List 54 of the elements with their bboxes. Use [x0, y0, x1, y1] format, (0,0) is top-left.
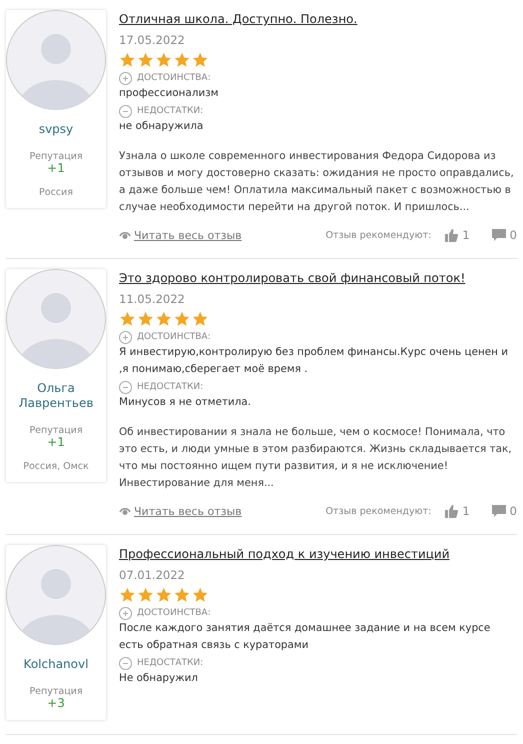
plus-icon: [119, 72, 132, 84]
cons-text: не обнаружила: [119, 119, 204, 134]
like-button[interactable]: 1: [445, 227, 470, 244]
cons-text: Минусов я не отметила.: [119, 395, 252, 410]
review-title[interactable]: Это здорово контролировать свой финансовый поток!: [119, 269, 466, 287]
pros-label: ДОСТОИНСТВА:: [137, 607, 211, 620]
author-name[interactable]: svpsy: [34, 122, 78, 137]
minus-icon: [119, 380, 132, 394]
avatar-icon: [6, 545, 106, 645]
recommend-label: Отзыв рекомендуют:: [326, 505, 432, 519]
review-title[interactable]: Профессиональный подход к изучению инвестиций: [119, 545, 450, 563]
review-date: 07.01.2022: [119, 567, 186, 584]
reputation-label: Репутация: [29, 151, 83, 162]
reputation-value: +1: [47, 436, 65, 449]
minus-icon: [119, 104, 132, 118]
avatar-icon: [6, 269, 106, 369]
thumbs-up-icon: [445, 505, 458, 518]
read-more-link[interactable]: Читать весь отзыв: [119, 503, 242, 520]
author-location: Россия, Омск: [23, 461, 89, 472]
plus-icon: [119, 330, 132, 344]
pros-label: ДОСТОИНСТВА:: [137, 331, 211, 344]
comment-icon: [492, 229, 506, 242]
comments-button[interactable]: 0: [492, 227, 517, 244]
cons-label: НЕДОСТАТКИ:: [137, 381, 204, 394]
review-text: Узнала о школе современного инвестирования Федора Сидорова из отзывов и могу достоверно сказать: ожидания не просто оправдались, а даже больше чем! Оплатила максимальный пакет с возможностью в случае необходимости перейти на другой поток. И пришлось...: [119, 149, 515, 215]
pros-text: профессионализм: [119, 86, 220, 101]
review-date: 11.05.2022: [119, 291, 186, 308]
comments-button[interactable]: 0: [492, 503, 517, 520]
pros-text: После каждого занятия даётся домашнее задание и на всем курсе есть обратная связь с кураторами: [119, 621, 492, 653]
cons-label: НЕДОСТАТКИ:: [137, 105, 204, 118]
comment-icon: [492, 505, 506, 518]
author-location: Россия: [39, 187, 73, 198]
reputation-value: +1: [47, 162, 65, 175]
recommend-label: Отзыв рекомендуют:: [326, 229, 432, 243]
eye-icon: [119, 230, 131, 241]
review-text: Об инвестировании я знала не больше, чем о космосе! Понимала, что это есть, и люди умные в этом разбираются. Жизнь складывается так, что мы постоянно ищем пути развития, и я не исключение! Инвестирование для меня...: [119, 425, 513, 491]
thumbs-up-icon: [445, 229, 458, 242]
reputation-value: +3: [47, 697, 65, 710]
cons-label: НЕДОСТАТКИ:: [137, 657, 204, 670]
cons-text: Не обнаружил: [119, 671, 199, 686]
like-button[interactable]: 1: [445, 503, 470, 520]
review-date: 17.05.2022: [119, 32, 186, 49]
plus-icon: [119, 606, 132, 620]
reputation-label: Репутация: [29, 425, 83, 436]
reputation-label: Репутация: [29, 686, 83, 697]
pros-label: ДОСТОИНСТВА:: [137, 72, 211, 85]
minus-icon: [119, 656, 132, 670]
read-more-link[interactable]: Читать весь отзыв: [119, 227, 242, 244]
avatar-icon: [6, 10, 106, 110]
pros-text: Я инвестирую,контролирую без проблем финансы.Курс очень ценен и ,я понимаю,сберегает моё время .: [119, 345, 510, 377]
author-name[interactable]: Ольга Лаврентьев: [6, 381, 106, 411]
review-title[interactable]: Отличная школа. Доступно. Полезно.: [119, 10, 358, 28]
author-name[interactable]: Kolchanovl: [20, 657, 92, 672]
eye-icon: [119, 506, 131, 517]
